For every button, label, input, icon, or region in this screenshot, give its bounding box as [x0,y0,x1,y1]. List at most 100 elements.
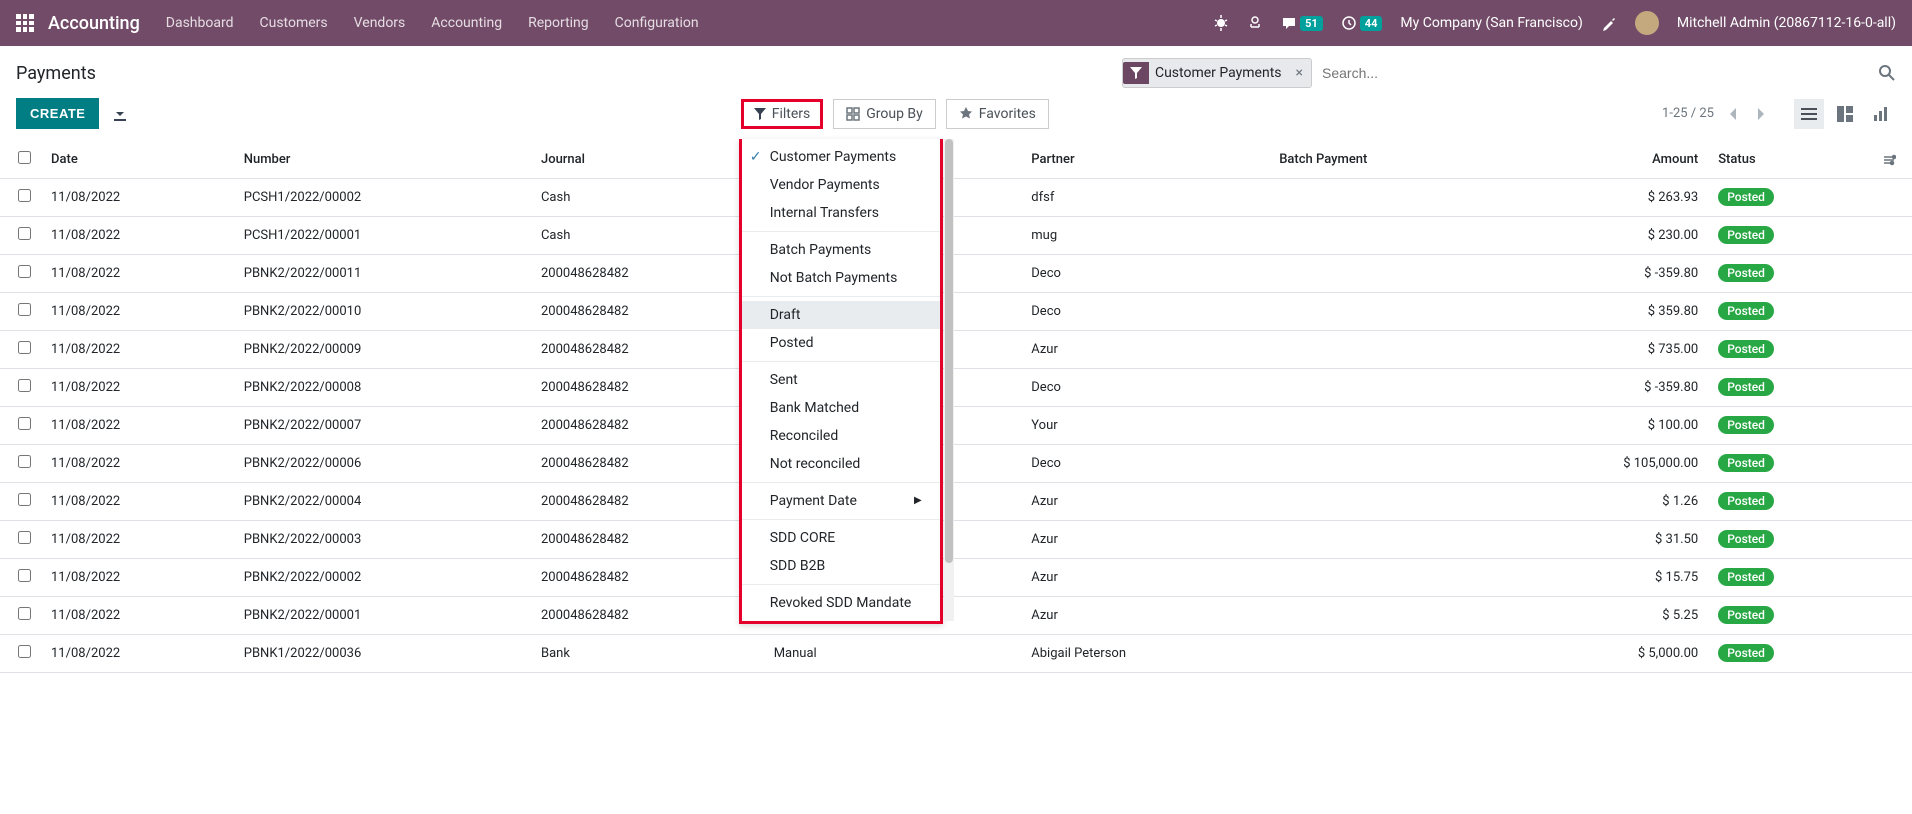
col-amount[interactable]: Amount [1503,141,1708,179]
filter-internal-transfers[interactable]: Internal Transfers [742,199,940,227]
cell-partner: Deco [1021,255,1269,293]
row-checkbox[interactable] [0,331,41,369]
filter-revoked-sdd[interactable]: Revoked SDD Mandate [742,589,940,617]
apps-icon[interactable] [16,14,34,32]
pager-next[interactable] [1752,108,1770,120]
cell-amount: $ -359.80 [1503,255,1708,293]
nav-customers[interactable]: Customers [260,15,328,31]
status-badge: Posted [1718,264,1774,282]
cell-amount: $ 31.50 [1503,521,1708,559]
pager-prev[interactable] [1724,108,1742,120]
filter-batch-payments[interactable]: Batch Payments [742,236,940,264]
row-checkbox[interactable] [0,521,41,559]
cell-empty [1872,483,1912,521]
view-graph[interactable] [1866,99,1896,129]
avatar[interactable] [1635,11,1659,35]
support-icon[interactable] [1247,15,1263,31]
row-checkbox[interactable] [0,179,41,217]
download-icon[interactable] [113,107,127,121]
filter-draft[interactable]: Draft [742,301,940,329]
company-switcher[interactable]: My Company (San Francisco) [1400,15,1582,31]
col-status[interactable]: Status [1708,141,1872,179]
col-partner[interactable]: Partner [1021,141,1269,179]
col-number[interactable]: Number [234,141,531,179]
select-all[interactable] [0,141,41,179]
col-options[interactable] [1872,141,1912,179]
cell-number: PBNK2/2022/00007 [234,407,531,445]
table-row[interactable]: 11/08/2022PCSH1/2022/00002CashManualdfsf… [0,179,1912,217]
row-checkbox[interactable] [0,255,41,293]
nav-vendors[interactable]: Vendors [354,15,406,31]
table-row[interactable]: 11/08/2022PBNK2/2022/00007200048628482Ma… [0,407,1912,445]
filter-sdd-b2b[interactable]: SDD B2B [742,552,940,580]
chip-remove[interactable]: × [1288,65,1311,81]
view-kanban[interactable] [1830,99,1860,129]
row-checkbox[interactable] [0,445,41,483]
view-list[interactable] [1794,99,1824,129]
status-badge: Posted [1718,302,1774,320]
filter-not-batch-payments[interactable]: Not Batch Payments [742,264,940,292]
filter-vendor-payments[interactable]: Vendor Payments [742,171,940,199]
row-checkbox[interactable] [0,407,41,445]
dropdown-separator [742,482,940,483]
nav-reporting[interactable]: Reporting [528,15,589,31]
col-batch[interactable]: Batch Payment [1269,141,1503,179]
messages-icon[interactable]: 51 [1281,15,1323,31]
cell-batch [1269,597,1503,635]
cell-partner: Azur [1021,597,1269,635]
table-row[interactable]: 11/08/2022PCSH1/2022/00001CashManualmug$… [0,217,1912,255]
cell-method: Manual [764,635,1022,673]
table-row[interactable]: 11/08/2022PBNK2/2022/00003200048628482Ma… [0,521,1912,559]
row-checkbox[interactable] [0,483,41,521]
table-row[interactable]: 11/08/2022PBNK1/2022/00036BankManualAbig… [0,635,1912,673]
table-row[interactable]: 11/08/2022PBNK2/2022/00001200048628482Ma… [0,597,1912,635]
create-button[interactable]: CREATE [16,98,99,129]
col-date[interactable]: Date [41,141,234,179]
row-checkbox[interactable] [0,597,41,635]
filter-bank-matched[interactable]: Bank Matched [742,394,940,422]
filters-button[interactable]: Filters [741,99,824,129]
filter-posted[interactable]: Posted [742,329,940,357]
cell-number: PBNK1/2022/00036 [234,635,531,673]
table-row[interactable]: 11/08/2022PBNK2/2022/00002200048628482Ma… [0,559,1912,597]
table-row[interactable]: 11/08/2022PBNK2/2022/00011200048628482Ma… [0,255,1912,293]
row-checkbox[interactable] [0,559,41,597]
filter-reconciled[interactable]: Reconciled [742,422,940,450]
nav-configuration[interactable]: Configuration [615,15,699,31]
filter-sdd-core[interactable]: SDD CORE [742,524,940,552]
filter-payment-date[interactable]: Payment Date▶ [742,487,940,515]
cell-partner: Azur [1021,331,1269,369]
filter-sent[interactable]: Sent [742,366,940,394]
table-row[interactable]: 11/08/2022PBNK2/2022/00008200048628482Ma… [0,369,1912,407]
groupby-button[interactable]: Group By [833,99,936,129]
dropdown-scrollbar[interactable] [944,139,954,621]
activities-icon[interactable]: 44 [1341,15,1383,31]
cell-journal: 200048628482 [531,255,764,293]
cell-number: PCSH1/2022/00001 [234,217,531,255]
bug-icon[interactable] [1213,15,1229,31]
row-checkbox[interactable] [0,635,41,673]
tools-icon[interactable] [1601,15,1617,31]
user-menu[interactable]: Mitchell Admin (20867112-16-0-all) [1677,15,1896,31]
table-row[interactable]: 11/08/2022PBNK2/2022/00006200048628482Ma… [0,445,1912,483]
col-journal[interactable]: Journal [531,141,764,179]
nav-accounting[interactable]: Accounting [431,15,502,31]
brand[interactable]: Accounting [48,13,140,34]
pager-text[interactable]: 1-25 / 25 [1662,106,1714,121]
table-row[interactable]: 11/08/2022PBNK2/2022/00009200048628482Ma… [0,331,1912,369]
filter-not-reconciled[interactable]: Not reconciled [742,450,940,478]
cell-status: Posted [1708,521,1872,559]
table-row[interactable]: 11/08/2022PBNK2/2022/00004200048628482Ma… [0,483,1912,521]
row-checkbox[interactable] [0,293,41,331]
cell-status: Posted [1708,255,1872,293]
row-checkbox[interactable] [0,369,41,407]
search-input[interactable] [1312,59,1872,87]
search-icon[interactable] [1872,64,1896,82]
favorites-button[interactable]: Favorites [946,99,1049,129]
row-checkbox[interactable] [0,217,41,255]
nav-dashboard[interactable]: Dashboard [166,15,234,31]
activities-badge: 44 [1360,16,1383,31]
filters-dropdown: Customer Payments Vendor Payments Intern… [739,139,943,624]
filter-customer-payments[interactable]: Customer Payments [742,143,940,171]
table-row[interactable]: 11/08/2022PBNK2/2022/00010200048628482Ma… [0,293,1912,331]
